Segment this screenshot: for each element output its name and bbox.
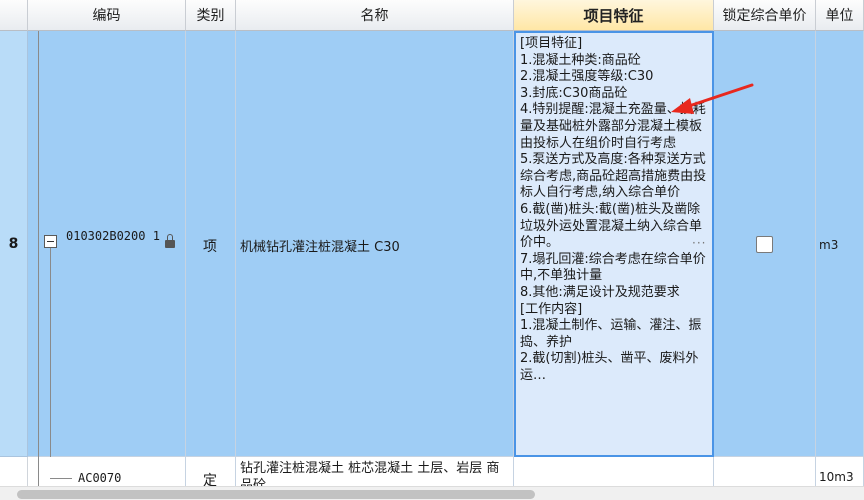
scrollbar-thumb[interactable]	[17, 490, 535, 499]
red-annotation-arrow	[671, 83, 754, 114]
horizontal-scrollbar[interactable]	[0, 486, 864, 500]
